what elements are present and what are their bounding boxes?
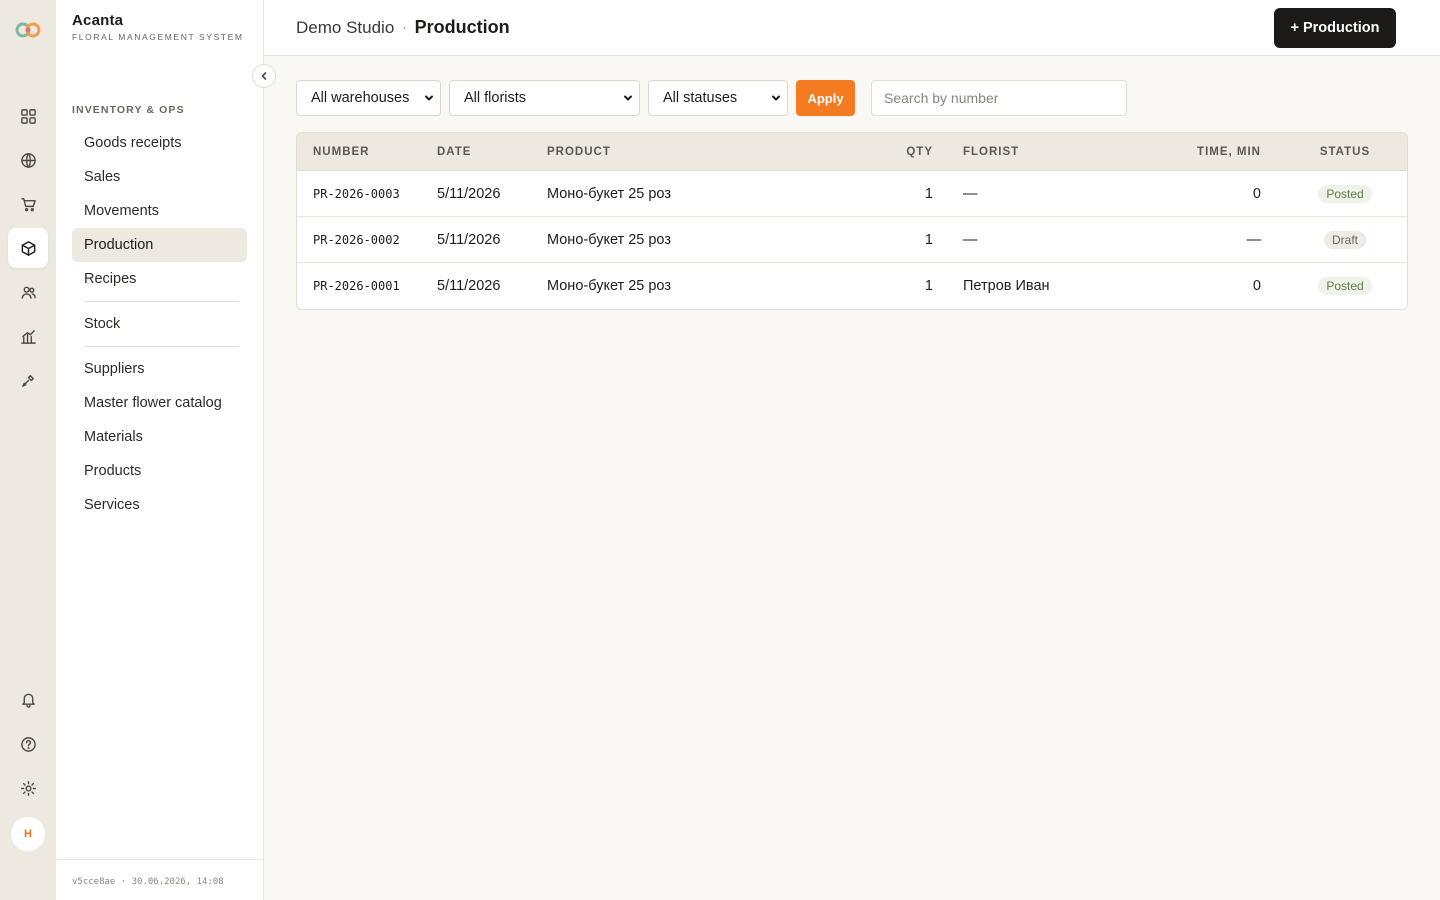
filter-bar: All warehouses All florists All statuses… bbox=[296, 80, 1127, 116]
cell-product: Моно-букет 25 роз bbox=[547, 231, 671, 248]
main-content: Demo Studio · Production + Production Al… bbox=[264, 0, 1440, 900]
sidebar-item-materials[interactable]: Materials bbox=[72, 420, 247, 454]
cell-date: 5/11/2026 bbox=[437, 185, 501, 202]
search-input[interactable] bbox=[871, 80, 1127, 116]
cell-florist: Петров Иван bbox=[963, 278, 1050, 294]
avatar-initial: H bbox=[24, 828, 32, 840]
dashboard-icon[interactable] bbox=[8, 96, 48, 136]
sidebar-item-goods-receipts[interactable]: Goods receipts bbox=[72, 126, 247, 160]
cell-florist: — bbox=[963, 231, 978, 248]
cell-number[interactable]: PR-2026-0001 bbox=[297, 279, 437, 293]
chevron-left-icon bbox=[261, 72, 267, 80]
cell-status: Draft bbox=[1261, 230, 1407, 249]
app-name: Acanta bbox=[72, 12, 124, 29]
warehouse-select-value: All warehouses bbox=[311, 90, 410, 106]
sidebar-item-master-flower-catalog[interactable]: Master flower catalog bbox=[72, 386, 247, 420]
help-icon[interactable] bbox=[8, 724, 48, 764]
tools-icon[interactable] bbox=[8, 360, 48, 400]
column-header-qty[interactable]: QTY bbox=[807, 146, 933, 158]
breadcrumb-studio[interactable]: Demo Studio bbox=[296, 18, 394, 38]
nav-divider bbox=[84, 301, 239, 302]
table-row[interactable]: PR-2026-0003 5/11/2026 Моно-букет 25 роз… bbox=[297, 171, 1407, 217]
breadcrumb: Demo Studio · Production bbox=[296, 17, 510, 38]
column-header-product[interactable]: PRODUCT bbox=[547, 146, 807, 158]
cell-florist: — bbox=[963, 185, 978, 202]
globe-icon[interactable] bbox=[8, 140, 48, 180]
cell-time: 0 bbox=[1252, 278, 1261, 294]
sidebar-item-production[interactable]: Production bbox=[72, 228, 247, 262]
warehouse-select[interactable]: All warehouses bbox=[296, 80, 441, 116]
sidebar-nav: Goods receipts Sales Movements Productio… bbox=[72, 126, 247, 522]
sidebar-item-services[interactable]: Services bbox=[72, 488, 247, 522]
icon-rail: H bbox=[0, 0, 56, 900]
version-info: v5cce8ae · 30.06.2026, 14:08 bbox=[56, 859, 263, 887]
sidebar-item-suppliers[interactable]: Suppliers bbox=[72, 352, 247, 386]
cell-product: Моно-букет 25 роз bbox=[547, 278, 671, 294]
cell-date: 5/11/2026 bbox=[437, 231, 501, 248]
column-header-florist[interactable]: FLORIST bbox=[933, 146, 1133, 158]
bell-icon[interactable] bbox=[8, 679, 48, 719]
cart-icon[interactable] bbox=[8, 184, 48, 224]
status-badge: Posted bbox=[1318, 184, 1372, 203]
sidebar-item-products[interactable]: Products bbox=[72, 454, 247, 488]
chevron-down-icon bbox=[425, 95, 433, 101]
section-label: INVENTORY & OPS bbox=[72, 104, 185, 116]
settings-icon[interactable] bbox=[8, 768, 48, 808]
column-header-time[interactable]: TIME, MIN bbox=[1133, 146, 1261, 158]
status-select[interactable]: All statuses bbox=[648, 80, 788, 116]
sidebar-item-movements[interactable]: Movements bbox=[72, 194, 247, 228]
table-row[interactable]: PR-2026-0002 5/11/2026 Моно-букет 25 роз… bbox=[297, 217, 1407, 263]
collapse-sidebar-button[interactable] bbox=[252, 64, 276, 88]
box-icon[interactable] bbox=[8, 228, 48, 268]
page-header: Demo Studio · Production + Production bbox=[264, 0, 1440, 56]
page-title: Production bbox=[414, 17, 510, 37]
column-header-date[interactable]: DATE bbox=[437, 146, 547, 158]
nav-divider bbox=[84, 346, 239, 347]
cell-qty: 1 bbox=[924, 185, 933, 202]
sidebar-item-recipes[interactable]: Recipes bbox=[72, 262, 247, 296]
add-production-button[interactable]: + Production bbox=[1274, 8, 1396, 48]
sidebar: Acanta FLORAL MANAGEMENT SYSTEM INVENTOR… bbox=[56, 0, 264, 900]
column-header-number[interactable]: NUMBER bbox=[297, 146, 437, 158]
cell-product: Моно-букет 25 роз bbox=[547, 185, 671, 202]
status-select-value: All statuses bbox=[663, 90, 738, 106]
cell-date: 5/11/2026 bbox=[437, 278, 501, 294]
app-logo-icon[interactable] bbox=[14, 19, 42, 41]
cell-status: Posted bbox=[1261, 277, 1407, 295]
cell-qty: 1 bbox=[924, 231, 933, 248]
column-header-status[interactable]: STATUS bbox=[1261, 146, 1407, 158]
status-badge: Draft bbox=[1323, 230, 1366, 249]
breadcrumb-separator: · bbox=[402, 20, 407, 35]
cell-status: Posted bbox=[1261, 184, 1407, 203]
chevron-down-icon bbox=[772, 95, 780, 101]
florist-select[interactable]: All florists bbox=[449, 80, 640, 116]
cell-time: — bbox=[1246, 231, 1262, 248]
production-table: NUMBER DATE PRODUCT QTY FLORIST TIME, MI… bbox=[296, 132, 1408, 310]
cell-number[interactable]: PR-2026-0003 bbox=[297, 187, 437, 201]
chevron-down-icon bbox=[624, 95, 632, 101]
table-header: NUMBER DATE PRODUCT QTY FLORIST TIME, MI… bbox=[297, 133, 1407, 171]
florist-select-value: All florists bbox=[464, 90, 527, 106]
status-badge: Posted bbox=[1318, 277, 1372, 295]
avatar[interactable]: H bbox=[11, 817, 45, 851]
cell-number[interactable]: PR-2026-0002 bbox=[297, 233, 437, 247]
cell-time: 0 bbox=[1252, 185, 1261, 202]
table-row[interactable]: PR-2026-0001 5/11/2026 Моно-букет 25 роз… bbox=[297, 263, 1407, 309]
apply-button[interactable]: Apply bbox=[796, 80, 855, 116]
sidebar-item-sales[interactable]: Sales bbox=[72, 160, 247, 194]
chart-icon[interactable] bbox=[8, 316, 48, 356]
cell-qty: 1 bbox=[924, 278, 933, 294]
sidebar-item-stock[interactable]: Stock bbox=[72, 307, 247, 341]
brand: Acanta FLORAL MANAGEMENT SYSTEM bbox=[72, 12, 244, 42]
app-tagline: FLORAL MANAGEMENT SYSTEM bbox=[72, 32, 244, 42]
users-icon[interactable] bbox=[8, 272, 48, 312]
